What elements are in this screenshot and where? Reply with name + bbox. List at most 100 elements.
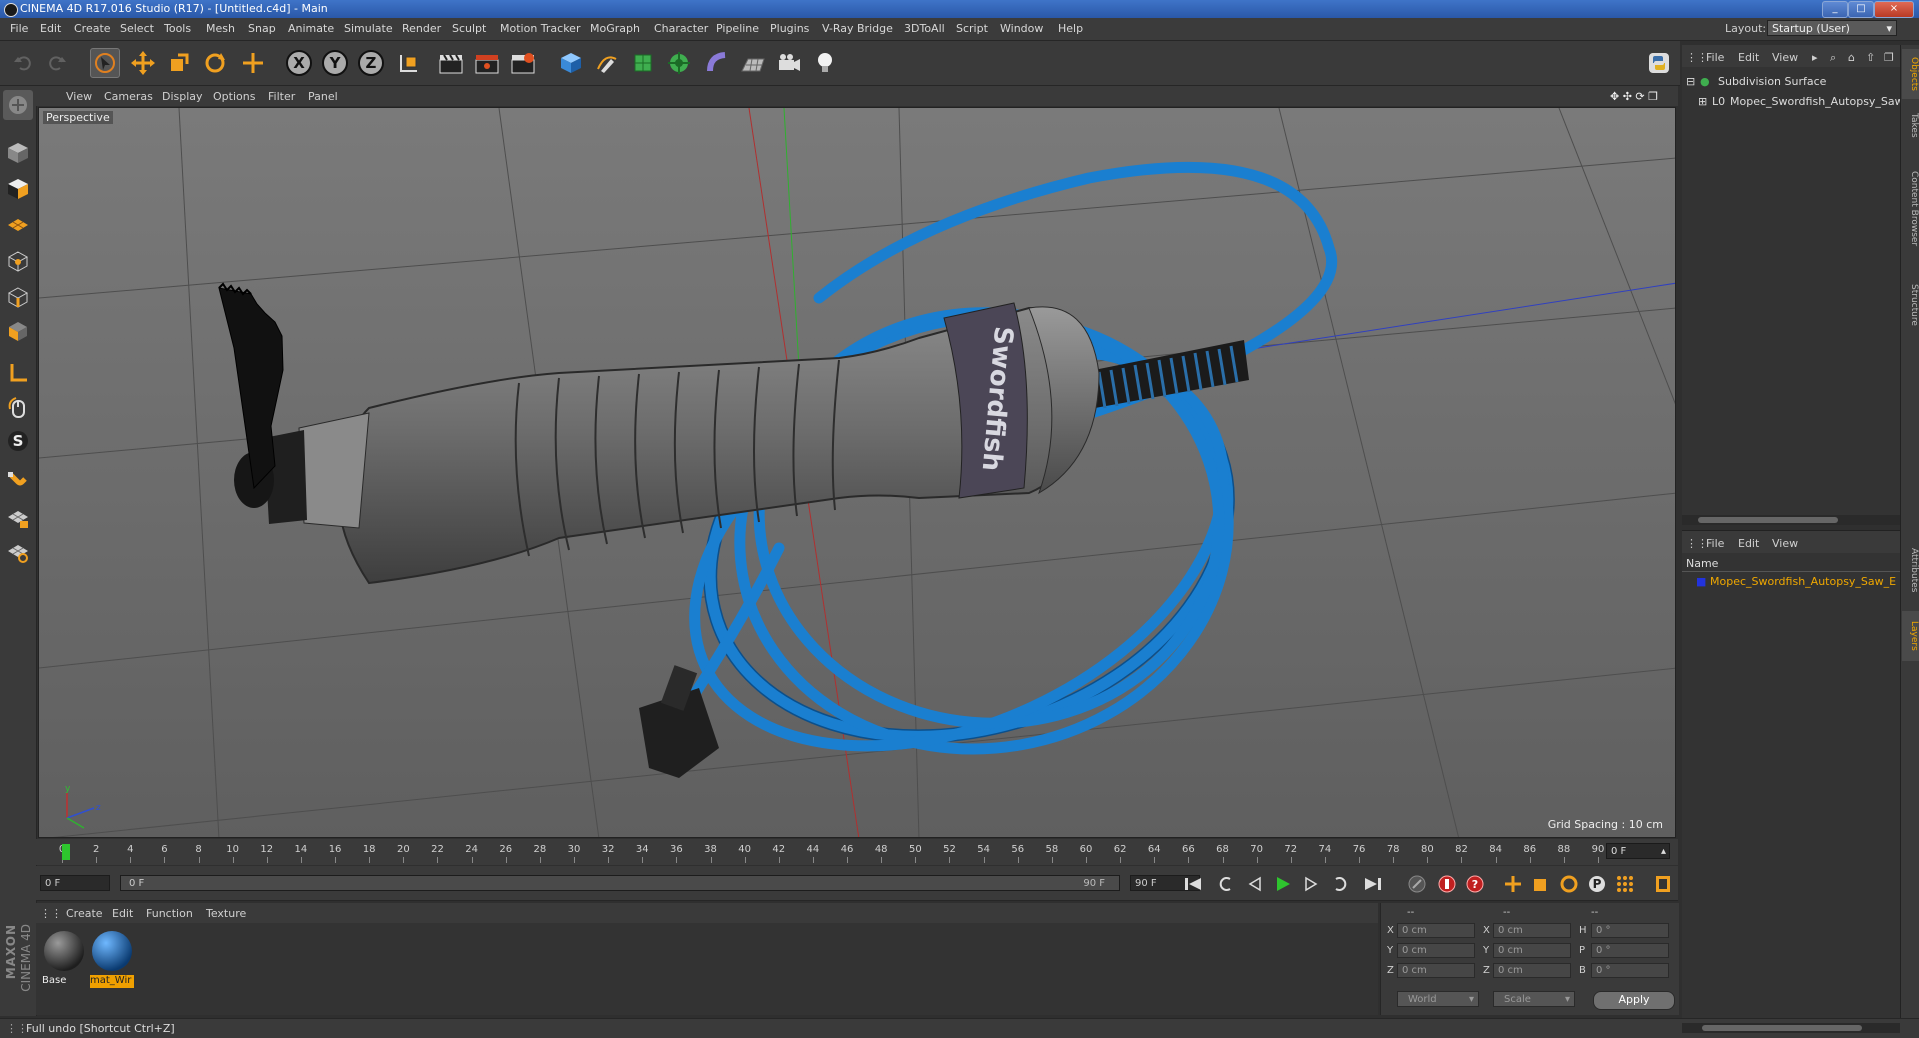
menu-plugins[interactable]: Plugins [770,22,809,35]
viewport-menu-view[interactable]: View [66,90,92,103]
position-key-button[interactable] [1502,873,1524,895]
tree-expand-icon[interactable]: ⊞ [1698,95,1707,108]
rotation-b-field[interactable]: 0 ° [1591,963,1669,978]
go-to-start-button[interactable] [1182,873,1204,895]
make-editable-button[interactable] [3,90,33,120]
menu-file[interactable]: File [10,22,28,35]
live-selection-button[interactable] [90,48,120,78]
rotation-key-button[interactable] [1558,873,1580,895]
floor-button[interactable] [738,48,768,78]
menu-vray-bridge[interactable]: V-Ray Bridge [822,22,893,35]
menu-render[interactable]: Render [402,22,441,35]
undo-button[interactable] [8,48,38,78]
viewport-navigation-icons[interactable]: ✥ ✣ ⟳ ❐ [1610,90,1658,103]
material-menu-edit[interactable]: Edit [112,907,133,920]
horizontal-scrollbar[interactable] [1682,1023,1900,1033]
current-frame-field[interactable]: 0 F ▴ [1606,843,1670,859]
deformer-button[interactable] [702,48,732,78]
position-x-field[interactable]: 0 cm [1397,923,1475,938]
maximize-button[interactable]: □ [1848,1,1874,18]
menu-sculpt[interactable]: Sculpt [452,22,486,35]
subdivision-surface-button[interactable] [628,48,658,78]
menu-select[interactable]: Select [120,22,154,35]
layers-menu-view[interactable]: View [1772,537,1798,550]
rotate-button[interactable] [200,48,230,78]
z-axis-toggle[interactable]: Z [358,50,384,76]
objects-menu-file[interactable]: File [1706,51,1724,64]
viewport-menu-options[interactable]: Options [213,90,255,103]
layers-menu-edit[interactable]: Edit [1738,537,1759,550]
position-z-field[interactable]: 0 cm [1397,963,1475,978]
coordinate-system-button[interactable] [394,48,424,78]
scrollbar-thumb[interactable] [1702,1025,1862,1031]
y-axis-toggle[interactable]: Y [322,50,348,76]
tab-takes[interactable]: Takes [1902,105,1919,145]
python-button[interactable] [1644,48,1674,78]
record-active-button[interactable] [1406,873,1428,895]
timeline-track[interactable]: 0246810121416182022242628303234363840424… [50,841,1610,863]
model-mode-button[interactable] [3,138,33,168]
cube-object-button[interactable] [556,48,586,78]
rotation-p-field[interactable]: 0 ° [1591,943,1669,958]
play-button[interactable] [1272,873,1294,895]
go-to-end-button[interactable] [1362,873,1384,895]
spline-pen-button[interactable] [592,48,622,78]
previous-frame-button[interactable] [1244,873,1266,895]
viewport-menu-panel[interactable]: Panel [308,90,338,103]
timeline-playhead[interactable] [62,844,70,860]
render-settings-button[interactable] [508,48,538,78]
material-mat-wir[interactable]: mat_Wir [90,925,134,988]
point-level-key-button[interactable] [1614,873,1636,895]
position-y-field[interactable]: 0 cm [1397,943,1475,958]
magnet-button[interactable] [3,466,33,496]
autokey-button[interactable] [1436,873,1458,895]
keyframe-selection-button[interactable]: ? [1464,873,1486,895]
3d-viewport[interactable]: Swordfish y z Perspective Grid Spacing :… [38,107,1676,838]
object-subdivision-surface[interactable]: Subdivision Surface [1718,75,1826,88]
size-y-field[interactable]: 0 cm [1493,943,1571,958]
menu-3dtoall[interactable]: 3DToAll [904,22,945,35]
viewport-menu-display[interactable]: Display [162,90,203,103]
apply-button[interactable]: Apply [1593,991,1675,1010]
scrollbar-thumb[interactable] [1698,517,1838,523]
menu-mograph[interactable]: MoGraph [590,22,640,35]
layer-mopec-swordfish[interactable]: Mopec_Swordfish_Autopsy_Saw_E [1710,575,1896,588]
workplane-mode-button[interactable] [3,208,33,238]
recent-tools-button[interactable] [238,48,268,78]
new-window-icon[interactable]: ❐ [1884,51,1894,64]
menu-character[interactable]: Character [654,22,708,35]
material-menu-texture[interactable]: Texture [206,907,246,920]
tab-structure[interactable]: Structure [1902,275,1919,335]
tab-objects[interactable]: Objects [1902,49,1919,99]
menu-animate[interactable]: Animate [288,22,334,35]
tab-attributes[interactable]: Attributes [1902,535,1919,605]
frame-range-slider[interactable]: 0 F 90 F [120,875,1120,891]
x-axis-toggle[interactable]: X [286,50,312,76]
material-menu-function[interactable]: Function [146,907,193,920]
horizontal-scrollbar[interactable] [1682,515,1900,525]
tree-expand-icon[interactable]: ⊟ [1686,75,1695,88]
menu-simulate[interactable]: Simulate [344,22,393,35]
tab-content-browser[interactable]: Content Browser [1902,149,1919,269]
previous-key-button[interactable] [1216,873,1238,895]
move-button[interactable] [128,48,158,78]
close-button[interactable]: × [1874,1,1914,18]
layer-color-swatch-icon[interactable]: ■ [1696,575,1706,588]
parameter-key-button[interactable]: P [1586,873,1608,895]
camera-button[interactable] [774,48,804,78]
minimize-button[interactable]: _ [1822,1,1848,18]
next-frame-button[interactable] [1300,873,1322,895]
menu-snap[interactable]: Snap [248,22,276,35]
scale-button[interactable] [164,48,194,78]
timeline-layout-button[interactable] [1652,873,1674,895]
search-icon[interactable]: ⌕ [1830,51,1836,65]
snap-button[interactable]: S [3,426,33,456]
size-mode-select[interactable]: Scale ▾ [1493,991,1575,1007]
start-frame-field[interactable]: 0 F [40,875,110,891]
up-arrow-icon[interactable]: ⇧ [1866,51,1875,64]
size-z-field[interactable]: 0 cm [1493,963,1571,978]
planar-workplane-button[interactable] [3,538,33,568]
texture-mode-button[interactable] [3,174,33,204]
objects-menu-edit[interactable]: Edit [1738,51,1759,64]
objects-menu-view[interactable]: View [1772,51,1798,64]
